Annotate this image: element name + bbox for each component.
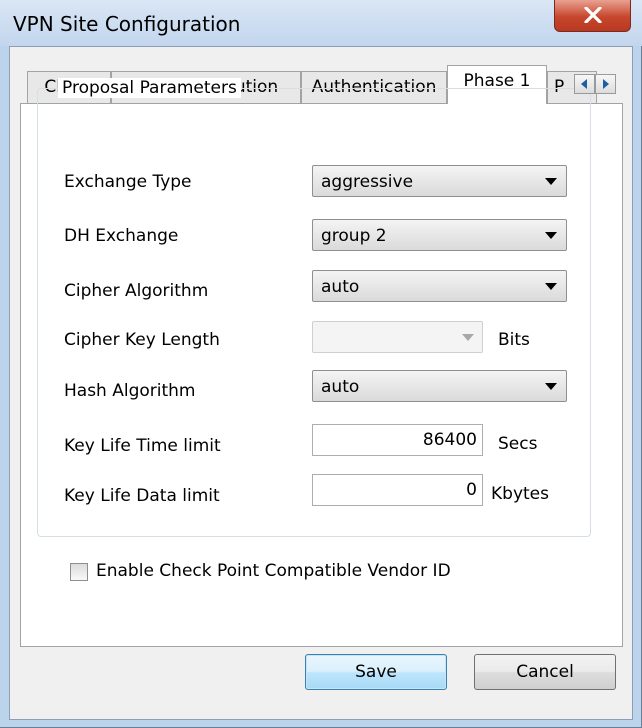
dialog-window: VPN Site Configuration Client Name Resol… [0,0,642,728]
cipher-key-length-select[interactable] [312,321,483,353]
tab-scroll-right-button[interactable] [595,74,616,94]
cipher-algorithm-label: Cipher Algorithm [64,281,209,301]
cipher-algorithm-select[interactable]: auto [312,270,567,302]
key-life-data-unit: Kbytes [491,484,549,504]
title-bar[interactable]: VPN Site Configuration [0,0,642,46]
close-icon [584,7,602,23]
proposal-parameters-group [37,88,591,537]
key-life-time-input[interactable]: 86400 [312,424,483,456]
exchange-type-value: aggressive [321,172,414,192]
key-life-time-label: Key Life Time limit [64,436,221,456]
vendor-id-checkbox-label[interactable]: Enable Check Point Compatible Vendor ID [96,561,451,581]
arrow-right-icon [603,79,609,89]
key-life-time-unit: Secs [498,434,538,454]
hash-algorithm-select[interactable]: auto [312,370,567,402]
window-title: VPN Site Configuration [13,12,241,36]
close-button[interactable] [554,0,631,32]
chevron-down-icon [462,334,474,341]
dh-exchange-value: group 2 [321,226,387,246]
dh-exchange-select[interactable]: group 2 [312,219,567,251]
save-button[interactable]: Save [305,654,447,690]
chevron-down-icon [545,383,557,390]
cipher-algorithm-value: auto [321,277,360,297]
group-label: Proposal Parameters [58,78,241,98]
cipher-key-length-label: Cipher Key Length [64,330,220,350]
hash-algorithm-label: Hash Algorithm [64,381,196,401]
key-life-data-input[interactable]: 0 [312,474,483,506]
cipher-key-length-unit: Bits [498,330,530,350]
hash-algorithm-value: auto [321,377,360,397]
key-life-data-label: Key Life Data limit [64,486,220,506]
chevron-down-icon [545,178,557,185]
exchange-type-label: Exchange Type [64,172,192,192]
dh-exchange-label: DH Exchange [64,226,179,246]
exchange-type-select[interactable]: aggressive [312,165,567,197]
arrow-left-icon [581,79,587,89]
cancel-button[interactable]: Cancel [474,654,616,690]
tab-scroll-left-button[interactable] [574,74,595,94]
vendor-id-checkbox[interactable] [70,563,88,581]
chevron-down-icon [545,283,557,290]
chevron-down-icon [545,232,557,239]
